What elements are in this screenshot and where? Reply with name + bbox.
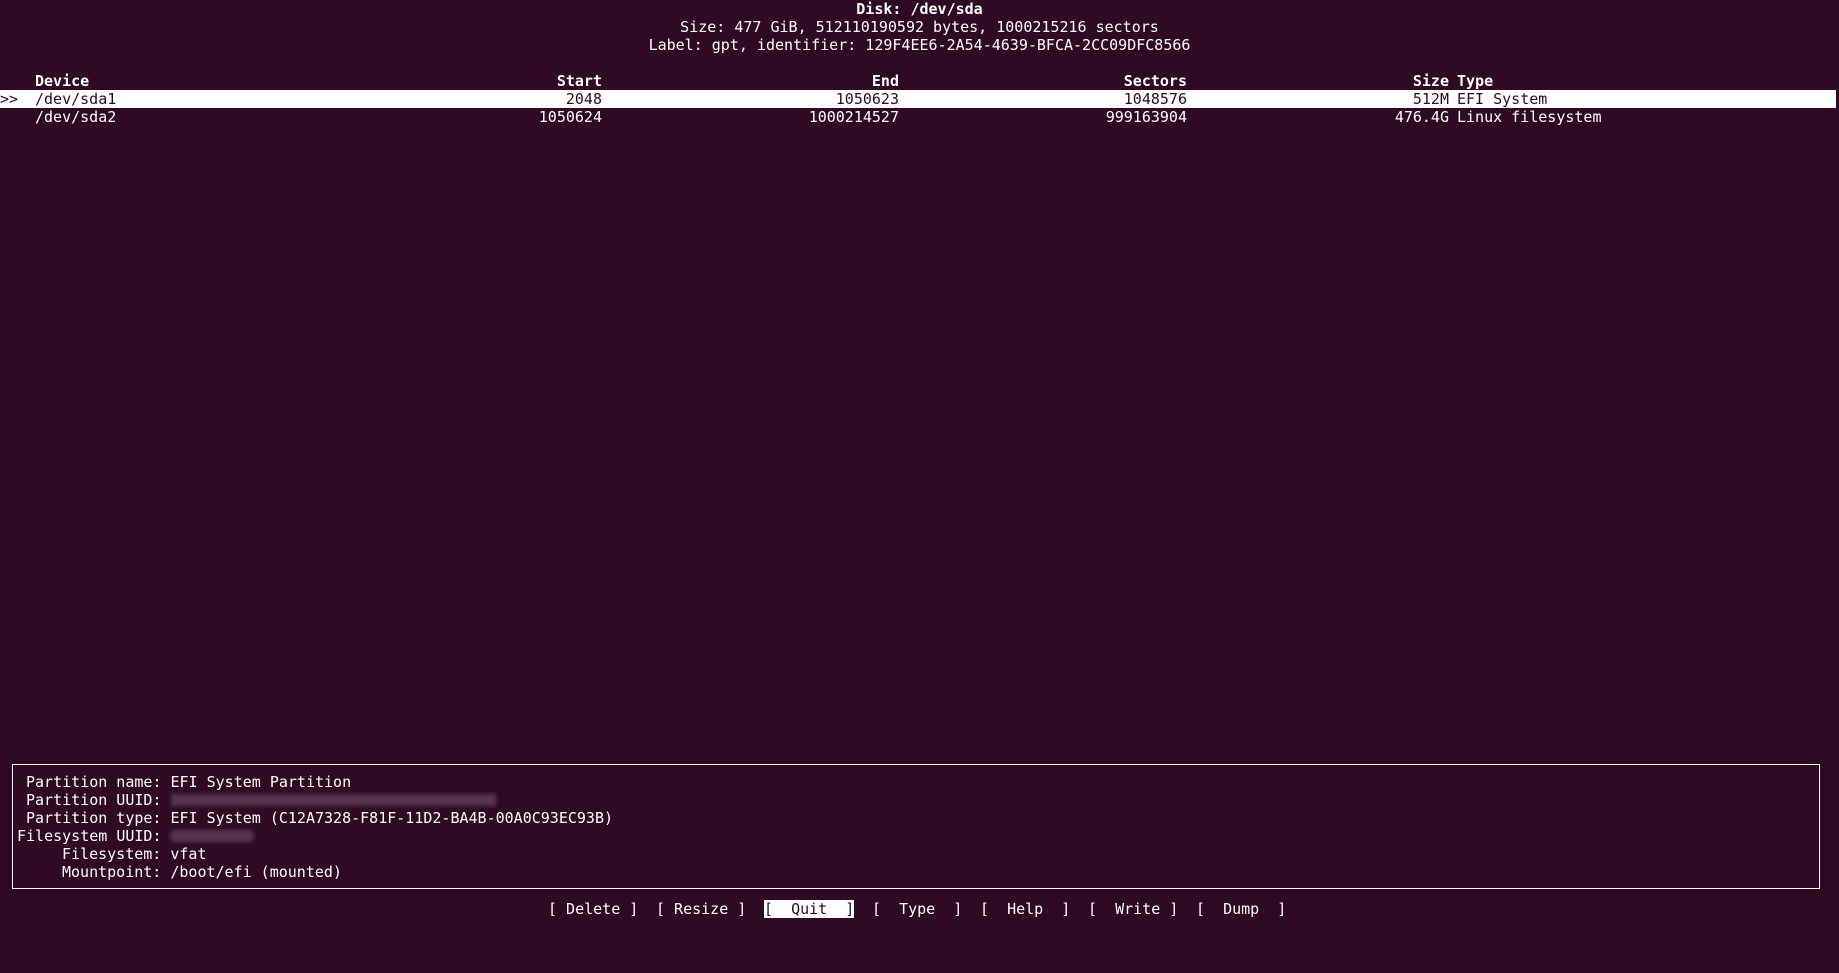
row-type: Linux filesystem (1457, 108, 1602, 126)
partition-uuid-row: Partition UUID: (26, 791, 496, 809)
table-header: Device Start End Sectors Size Type (0, 72, 1839, 90)
mountpoint-row: Mountpoint: /boot/efi (mounted) (62, 863, 342, 881)
row-end: 1000214527 (809, 108, 899, 126)
row-sectors: 1048576 (1124, 90, 1187, 108)
disk-label-line: Label: gpt, identifier: 129F4EE6-2A54-46… (0, 36, 1839, 54)
mountpoint-label: Mountpoint: (62, 863, 161, 881)
column-end: End (872, 72, 899, 90)
table-row[interactable]: /dev/sda2 1050624 1000214527 999163904 4… (0, 108, 1836, 126)
resize-button[interactable]: [ Resize ] (656, 900, 746, 918)
disk-title: Disk: /dev/sda (0, 0, 1839, 18)
column-start: Start (557, 72, 602, 90)
partition-type-value: EFI System (C12A7328-F81F-11D2-BA4B-00A0… (171, 809, 614, 827)
write-button[interactable]: [ Write ] (1088, 900, 1178, 918)
row-type: EFI System (1457, 90, 1547, 108)
partition-name-value: EFI System Partition (171, 773, 352, 791)
quit-button[interactable]: [ Quit ] (764, 900, 854, 918)
mountpoint-value: /boot/efi (mounted) (170, 863, 342, 881)
partition-uuid-redacted (171, 794, 496, 806)
row-device: /dev/sda1 (35, 90, 116, 108)
filesystem-value: vfat (170, 845, 206, 863)
partition-name-label: Partition name: (26, 773, 161, 791)
row-sectors: 999163904 (1106, 108, 1187, 126)
table-row[interactable]: >> /dev/sda1 2048 1050623 1048576 512M E… (0, 90, 1836, 108)
filesystem-uuid-redacted (171, 830, 253, 842)
filesystem-label: Filesystem: (62, 845, 161, 863)
column-device: Device (35, 72, 89, 90)
row-start: 2048 (566, 90, 602, 108)
filesystem-row: Filesystem: vfat (62, 845, 207, 863)
filesystem-uuid-label: Filesystem UUID: (17, 827, 162, 845)
column-type: Type (1457, 72, 1493, 90)
disk-size-line: Size: 477 GiB, 512110190592 bytes, 10002… (0, 18, 1839, 36)
partition-info-box: Partition name: EFI System Partition Par… (12, 764, 1820, 889)
row-end: 1050623 (836, 90, 899, 108)
partition-uuid-label: Partition UUID: (26, 791, 161, 809)
delete-button[interactable]: [ Delete ] (548, 900, 638, 918)
partition-name-row: Partition name: EFI System Partition (26, 773, 351, 791)
row-start: 1050624 (539, 108, 602, 126)
column-sectors: Sectors (1124, 72, 1187, 90)
help-button[interactable]: [ Help ] (980, 900, 1070, 918)
column-size: Size (1413, 72, 1449, 90)
partition-type-row: Partition type: EFI System (C12A7328-F81… (26, 809, 613, 827)
row-size: 476.4G (1395, 108, 1449, 126)
partition-type-label: Partition type: (26, 809, 161, 827)
row-device: /dev/sda2 (35, 108, 116, 126)
type-button[interactable]: [ Type ] (872, 900, 962, 918)
selection-marker: >> (0, 90, 18, 108)
dump-button[interactable]: [ Dump ] (1196, 900, 1286, 918)
filesystem-uuid-row: Filesystem UUID: (17, 827, 253, 845)
row-size: 512M (1413, 90, 1449, 108)
